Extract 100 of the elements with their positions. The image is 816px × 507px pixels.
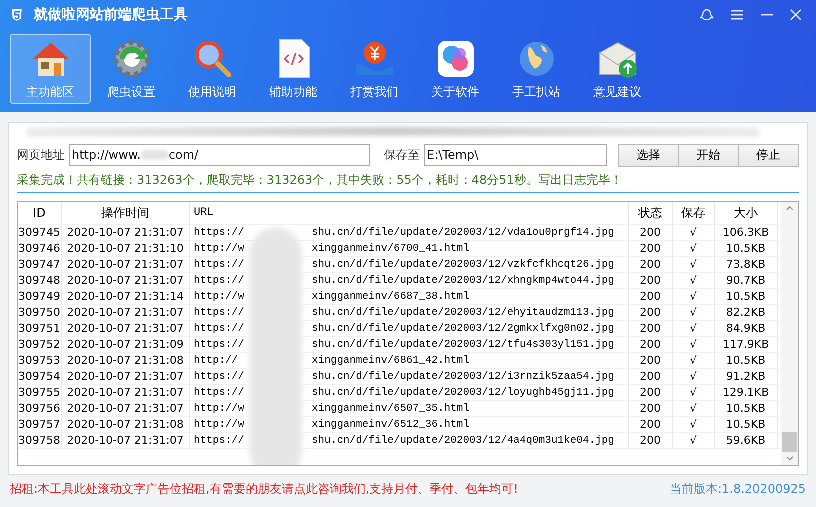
table-cell: 200: [629, 241, 673, 256]
url-label: 网页地址: [17, 146, 65, 164]
table-cell: 309752: [18, 337, 62, 352]
url-end: shu.cn/d/file/update/202003/12/ehyitaudzm113.jpg: [312, 306, 614, 318]
table-cell: 309749: [18, 289, 62, 304]
minimize-icon[interactable]: [760, 13, 774, 17]
action-button[interactable]: 停止: [738, 144, 799, 166]
table-cell: 309755: [18, 385, 62, 400]
table-cell: 10.5KB: [715, 417, 778, 432]
table-cell: 309747: [18, 257, 62, 272]
url-start: https://: [194, 306, 244, 318]
toolbar-button[interactable]: 打赏我们: [334, 34, 415, 104]
table-cell: 200: [629, 385, 673, 400]
save-path-label: 保存至: [384, 146, 420, 164]
scroll-thumb[interactable]: [782, 432, 797, 452]
table-cell: 309757: [18, 417, 62, 432]
table-cell: 59.6KB: [715, 433, 778, 448]
url-end: xingganmeinv/6512_36.html: [312, 418, 470, 430]
table-cell: √: [673, 337, 715, 352]
url-start: https://: [194, 338, 244, 350]
url-end: shu.cn/d/file/update/202003/12/2gmkxlfxg0n02.jpg: [312, 322, 614, 334]
column-header[interactable]: 大小: [715, 202, 778, 224]
url-start: https://: [194, 226, 244, 238]
scrollbar[interactable]: [781, 202, 798, 465]
table-cell: 106.3KB: [715, 225, 778, 240]
action-button[interactable]: 开始: [678, 144, 739, 166]
table-cell: √: [673, 289, 715, 304]
table-cell: 2020-10-07 21:31:07: [62, 305, 190, 320]
table-cell: 73.8KB: [715, 257, 778, 272]
url-start: http://: [194, 354, 238, 366]
toolbar-button[interactable]: 意见建议: [577, 34, 658, 104]
table-cell: 2020-10-07 21:31:10: [62, 241, 190, 256]
url-start: https://: [194, 434, 244, 446]
url-start: https://: [194, 322, 244, 334]
table-cell: 200: [629, 353, 673, 368]
column-header[interactable]: 操作时间: [62, 202, 190, 224]
table-cell: 309754: [18, 369, 62, 384]
url-field[interactable]: http://www. com/: [69, 144, 370, 166]
table-cell: 200: [629, 305, 673, 320]
url-start: http://w: [194, 290, 244, 302]
table-cell: 2020-10-07 21:31:07: [62, 401, 190, 416]
column-header[interactable]: URL: [190, 202, 629, 224]
table-cell: 309751: [18, 321, 62, 336]
url-end: shu.cn/d/file/update/202003/12/4a4q0m3u1ke04.jpg: [312, 434, 614, 446]
url-end: shu.cn/d/file/update/202003/12/xhngkmp4wto44.jpg: [312, 274, 614, 286]
save-path-field[interactable]: E:\Temp\: [424, 144, 607, 166]
ad-link[interactable]: 招租:本工具此处滚动文字广告位招租,有需要的朋友请点此咨询我们,支持月付、季付、包年均可!: [10, 480, 518, 498]
table-cell: 2020-10-07 21:31:09: [62, 337, 190, 352]
table-cell: 200: [629, 225, 673, 240]
url-start: http://w: [194, 418, 244, 430]
table-cell: √: [673, 385, 715, 400]
window-title: 就做啦网站前端爬虫工具: [34, 6, 188, 24]
scroll-down-icon[interactable]: [786, 456, 794, 462]
url-end: shu.cn/d/file/update/202003/12/i3rnzik5zaa54.jpg: [312, 370, 614, 382]
table-cell: √: [673, 417, 715, 432]
table-cell: 2020-10-07 21:31:08: [62, 353, 190, 368]
table-cell: 10.5KB: [715, 353, 778, 368]
url-start: https://: [194, 258, 244, 270]
table-cell: 10.5KB: [715, 289, 778, 304]
table-cell: 309746: [18, 241, 62, 256]
toolbar-button[interactable]: 手工扒站: [496, 34, 577, 104]
url-end: xingganmeinv/6507_35.html: [312, 402, 470, 414]
table-cell: 10.5KB: [715, 241, 778, 256]
table-cell: 129.1KB: [715, 385, 778, 400]
url-end: xingganmeinv/6700_41.html: [312, 242, 470, 254]
table-cell: √: [673, 225, 715, 240]
table-cell: √: [673, 257, 715, 272]
toolbar-button[interactable]: 辅助功能: [253, 34, 334, 104]
table-cell: 117.9KB: [715, 337, 778, 352]
toolbar-button[interactable]: 使用说明: [172, 34, 253, 104]
toolbar-button[interactable]: 关于软件: [415, 34, 496, 104]
table-cell: 2020-10-07 21:31:07: [62, 321, 190, 336]
table-cell: √: [673, 401, 715, 416]
toolbar-button[interactable]: 爬虫设置: [91, 34, 172, 104]
menu-icon[interactable]: [730, 9, 744, 21]
table-cell: 2020-10-07 21:31:07: [62, 369, 190, 384]
table-cell: 2020-10-07 21:31:14: [62, 289, 190, 304]
version-text: 当前版本:1.8.20200925: [670, 480, 806, 498]
table-cell: 309756: [18, 401, 62, 416]
table-cell: 90.7KB: [715, 273, 778, 288]
table-cell: 2020-10-07 21:31:07: [62, 225, 190, 240]
table-cell: 200: [629, 401, 673, 416]
scroll-up-icon[interactable]: [786, 205, 794, 211]
table-cell: 82.2KB: [715, 305, 778, 320]
action-button[interactable]: 选择: [618, 144, 679, 166]
column-header[interactable]: 保存: [673, 202, 715, 224]
column-header[interactable]: 状态: [629, 202, 673, 224]
table-cell: 2020-10-07 21:31:07: [62, 433, 190, 448]
table-cell: √: [673, 353, 715, 368]
table-cell: 200: [629, 433, 673, 448]
url-start: https://: [194, 370, 244, 382]
close-icon[interactable]: [790, 9, 802, 21]
table-cell: 309748: [18, 273, 62, 288]
url-end: xingganmeinv/6687_38.html: [312, 290, 470, 302]
table-cell: 200: [629, 369, 673, 384]
table-cell: 200: [629, 289, 673, 304]
column-header[interactable]: ID: [18, 202, 62, 224]
table-cell: 91.2KB: [715, 369, 778, 384]
table-cell: 309758: [18, 433, 62, 448]
table-cell: √: [673, 433, 715, 448]
